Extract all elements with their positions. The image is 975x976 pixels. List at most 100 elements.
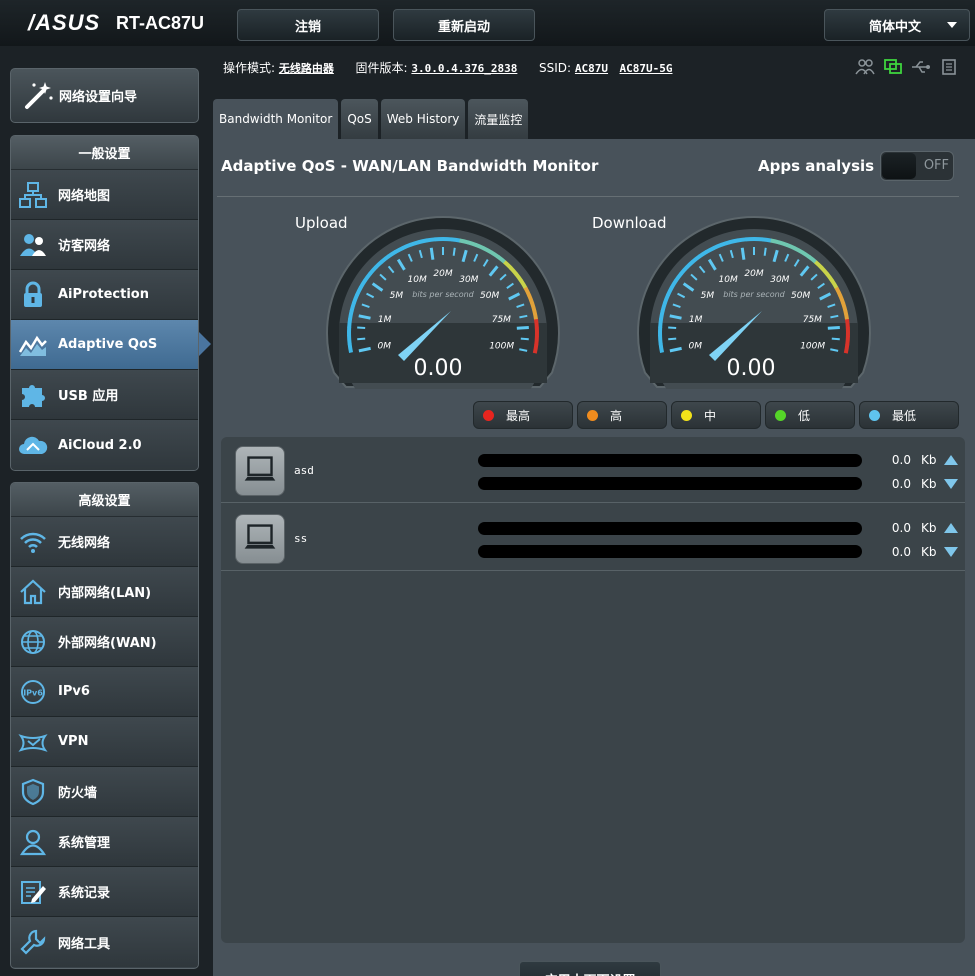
gauge-arc-segment: [534, 318, 539, 329]
sidebar-item-firewall[interactable]: 防火墙: [11, 767, 198, 817]
gauge-scale-label: 5M: [390, 291, 404, 301]
ipv6-icon: IPv6: [21, 679, 45, 704]
divider: [217, 196, 959, 197]
upload-arrow-icon: [944, 523, 958, 533]
gauge-arc-segment: [770, 238, 780, 245]
internet-status-icon[interactable]: [883, 58, 903, 76]
sidebar-item-usb[interactable]: USB 应用: [11, 370, 198, 420]
tab-traffic-monitor[interactable]: 流量监控: [468, 99, 529, 139]
gauge-arc-segment: [349, 301, 357, 312]
gauge-arc-segment: [348, 309, 354, 320]
log-icon: [21, 880, 46, 904]
gauge-arc-segment: [347, 343, 354, 353]
ssid-label: SSID:: [539, 61, 572, 75]
gauge-arc-segment: [425, 237, 436, 243]
tab-bandwidth-monitor[interactable]: Bandwidth Monitor: [213, 99, 339, 139]
reboot-button[interactable]: 重新启动: [393, 9, 535, 41]
logout-button[interactable]: 注销: [237, 9, 379, 41]
gauge-arc-segment: [841, 302, 848, 313]
sidebar-item-system-log[interactable]: 系统记录: [11, 867, 198, 917]
sidebar-item-label: USB 应用: [58, 389, 119, 404]
bandwidth-monitor-panel: Adaptive QoS - WAN/LAN Bandwidth Monitor…: [213, 139, 975, 976]
sidebar-item-wan[interactable]: 外部网络(WAN): [11, 617, 198, 667]
client-device-icon[interactable]: [235, 446, 285, 496]
gauge-scale-label: 1M: [378, 315, 392, 325]
sidebar-item-ipv6[interactable]: IPv6 IPv6: [11, 667, 198, 717]
apply-button[interactable]: 应用本页面设置: [519, 961, 661, 976]
mode-link[interactable]: 无线路由器: [279, 62, 334, 75]
upload-bar: [478, 522, 862, 535]
magic-wand-icon: [25, 81, 53, 109]
ssid-link-24g[interactable]: AC87U: [575, 62, 608, 75]
sidebar-item-administration[interactable]: 系统管理: [11, 817, 198, 867]
sidebar-item-label: 访客网络: [58, 239, 111, 254]
sidebar-item-label: 无线网络: [58, 536, 111, 551]
gauge-arc-segment: [347, 335, 352, 345]
legend-label: 中: [704, 408, 717, 423]
gauge-unit-text: bits per second: [723, 290, 785, 299]
sidebar-item-wizard[interactable]: 网络设置向导: [10, 68, 199, 123]
gauge-scale-label: 30M: [770, 275, 789, 285]
sidebar-item-network-map[interactable]: 网络地图: [11, 170, 198, 220]
client-device-icon[interactable]: [235, 514, 285, 564]
gauge-tick: [763, 247, 767, 256]
language-select[interactable]: 简体中文: [824, 9, 970, 41]
gauge-arc-segment: [417, 238, 428, 245]
upload-bar: [478, 454, 862, 467]
sidebar-item-vpn[interactable]: VPN: [11, 717, 198, 767]
status-info-bar: 操作模式: 无线路由器 固件版本: 3.0.0.4.376_2838 SSID:…: [223, 59, 672, 76]
legend-high: 高: [577, 401, 667, 429]
printer-icon[interactable]: [939, 58, 959, 76]
network-map-icon: [19, 181, 47, 208]
toggle-state: OFF: [923, 158, 949, 173]
active-item-pointer: [199, 332, 211, 356]
legend-dot: [869, 409, 880, 421]
apps-analysis-toggle[interactable]: OFF: [880, 151, 954, 181]
gauge-scale-label: 20M: [744, 269, 763, 279]
sidebar-item-label: 网络地图: [58, 189, 111, 204]
sidebar-item-label: AiCloud 2.0: [58, 437, 142, 453]
legend-highest: 最高: [473, 401, 573, 429]
gauge-tick: [668, 326, 677, 329]
gauge-arc-segment: [778, 240, 789, 248]
sidebar-item-aiprotection[interactable]: AiProtection: [11, 270, 198, 320]
list-item: ss 0.0 Kb 0.0 Kb: [221, 505, 965, 571]
gauge-tick: [831, 337, 840, 341]
sidebar-item-network-tools[interactable]: 网络工具: [11, 917, 198, 967]
sidebar-item-guest-network[interactable]: 访客网络: [11, 220, 198, 270]
gauge-tick: [452, 247, 456, 256]
gauge-arc-segment: [843, 344, 850, 354]
gauge-arc-segment: [762, 237, 772, 243]
advanced-settings-title: 高级设置: [11, 483, 198, 517]
gauge-arc-segment: [532, 344, 539, 354]
gauge-arc-segment: [728, 238, 739, 245]
gauge-arc-segment: [736, 237, 747, 243]
sidebar-item-label: 网络工具: [58, 936, 111, 952]
legend-dot: [483, 409, 494, 421]
gauge-scale-label: 75M: [803, 315, 822, 325]
gauge-scale-label: 20M: [433, 269, 452, 279]
router-model: RT-AC87U: [116, 13, 205, 33]
gauge-scale-label: 1M: [689, 315, 703, 325]
download-unit: Kb: [921, 477, 937, 491]
gauge-arc-segment: [347, 318, 353, 328]
tab-qos[interactable]: QoS: [341, 99, 378, 139]
firmware-link[interactable]: 3.0.0.4.376_2838: [411, 62, 517, 75]
gauge-tick: [357, 326, 366, 329]
sidebar-item-aicloud[interactable]: AiCloud 2.0: [11, 420, 198, 470]
clients-icon[interactable]: [855, 58, 875, 76]
sidebar-item-lan[interactable]: 内部网络(LAN): [11, 567, 198, 617]
tab-web-history[interactable]: Web History: [380, 99, 466, 139]
upload-unit: Kb: [921, 453, 937, 467]
laptop-icon: [244, 524, 276, 549]
gauge-scale-label: 10M: [719, 275, 738, 285]
ssid-link-5g[interactable]: AC87U-5G: [620, 62, 673, 75]
gauge-scale-label: 100M: [489, 341, 514, 351]
usb-icon[interactable]: [911, 58, 931, 76]
sidebar-item-adaptive-qos[interactable]: Adaptive QoS: [11, 320, 198, 370]
general-settings-title: 一般设置: [11, 136, 198, 170]
gauge-tick: [429, 247, 435, 260]
gauge-scale-label: 0M: [689, 341, 703, 351]
sidebar-item-label: Adaptive QoS: [58, 337, 158, 352]
sidebar-item-wireless[interactable]: 无线网络: [11, 517, 198, 567]
